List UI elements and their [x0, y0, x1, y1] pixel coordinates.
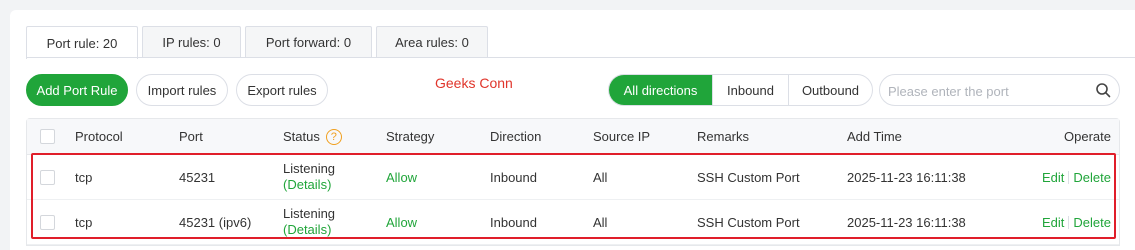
column-operate: Operate [1064, 129, 1111, 144]
port-search [879, 74, 1120, 106]
port-rules-table: Protocol Port Status ? Strategy Directio… [26, 118, 1120, 246]
column-strategy: Strategy [386, 129, 435, 144]
add-time-cell: 2025-11-23 16:11:38 [847, 169, 966, 185]
column-add-time: Add Time [847, 129, 902, 144]
row-checkbox[interactable] [40, 169, 55, 185]
status-cell: Listening (Details) [283, 200, 335, 244]
column-remarks: Remarks [697, 129, 750, 144]
column-direction: Direction [490, 129, 542, 144]
import-rules-button[interactable]: Import rules [136, 74, 228, 106]
direction-inbound-option[interactable]: Inbound [712, 75, 788, 105]
help-icon[interactable]: ? [325, 128, 342, 145]
column-protocol: Protocol [75, 129, 123, 144]
edit-link[interactable]: Edit [1042, 215, 1064, 230]
column-source-ip: Source IP [593, 129, 651, 144]
tab-port-rule[interactable]: Port rule: 20 [26, 26, 138, 59]
edit-link[interactable]: Edit [1042, 170, 1064, 185]
tab-port-forward[interactable]: Port forward: 0 [245, 26, 372, 58]
export-rules-button[interactable]: Export rules [236, 74, 328, 106]
port-search-input[interactable] [888, 81, 1088, 101]
protocol-cell: tcp [75, 169, 93, 185]
port-cell: 45231 (ipv6) [179, 214, 252, 230]
row-checkbox[interactable] [40, 214, 55, 230]
tab-divider [26, 57, 1135, 58]
direction-outbound-option[interactable]: Outbound [788, 75, 872, 105]
status-details-link[interactable]: (Details) [283, 222, 331, 238]
source-ip-cell: All [593, 169, 608, 185]
column-status-label: Status [283, 129, 320, 144]
strategy-cell: Allow [386, 214, 418, 230]
table-header: Protocol Port Status ? Strategy Directio… [27, 119, 1119, 155]
direction-cell: Inbound [490, 169, 537, 185]
remarks-cell: SSH Custom Port [697, 169, 800, 185]
status-cell: Listening (Details) [283, 155, 335, 199]
op-divider [1068, 215, 1070, 229]
tab-area-rules[interactable]: Area rules: 0 [376, 26, 488, 58]
select-all-checkbox[interactable] [40, 129, 55, 144]
table-row: tcp 45231 (ipv6) Listening (Details) All… [27, 200, 1119, 245]
add-port-rule-button[interactable]: Add Port Rule [26, 74, 128, 106]
add-time-cell: 2025-11-23 16:11:38 [847, 214, 966, 230]
delete-link[interactable]: Delete [1073, 170, 1111, 185]
status-details-link[interactable]: (Details) [283, 177, 331, 193]
rule-tabs: Port rule: 20 IP rules: 0 Port forward: … [26, 26, 492, 59]
tab-ip-rules[interactable]: IP rules: 0 [142, 26, 241, 58]
operate-cell: Edit Delete [1042, 155, 1111, 199]
table-row: tcp 45231 Listening (Details) Allow Inbo… [27, 155, 1119, 200]
column-status: Status ? [283, 119, 342, 154]
strategy-cell: Allow [386, 169, 418, 185]
port-cell: 45231 [179, 169, 216, 185]
protocol-cell: tcp [75, 214, 93, 230]
op-divider [1068, 170, 1070, 184]
watermark-text: Geeks Conn [435, 75, 513, 91]
remarks-cell: SSH Custom Port [697, 214, 800, 230]
status-text: Listening [283, 161, 336, 176]
direction-cell: Inbound [490, 214, 537, 230]
search-icon[interactable] [1095, 82, 1111, 98]
delete-link[interactable]: Delete [1073, 215, 1111, 230]
column-port: Port [179, 129, 203, 144]
direction-filter: All directions Inbound Outbound [608, 74, 873, 106]
direction-all-option[interactable]: All directions [609, 75, 712, 105]
source-ip-cell: All [593, 214, 608, 230]
operate-cell: Edit Delete [1042, 200, 1111, 244]
status-text: Listening [283, 206, 336, 221]
